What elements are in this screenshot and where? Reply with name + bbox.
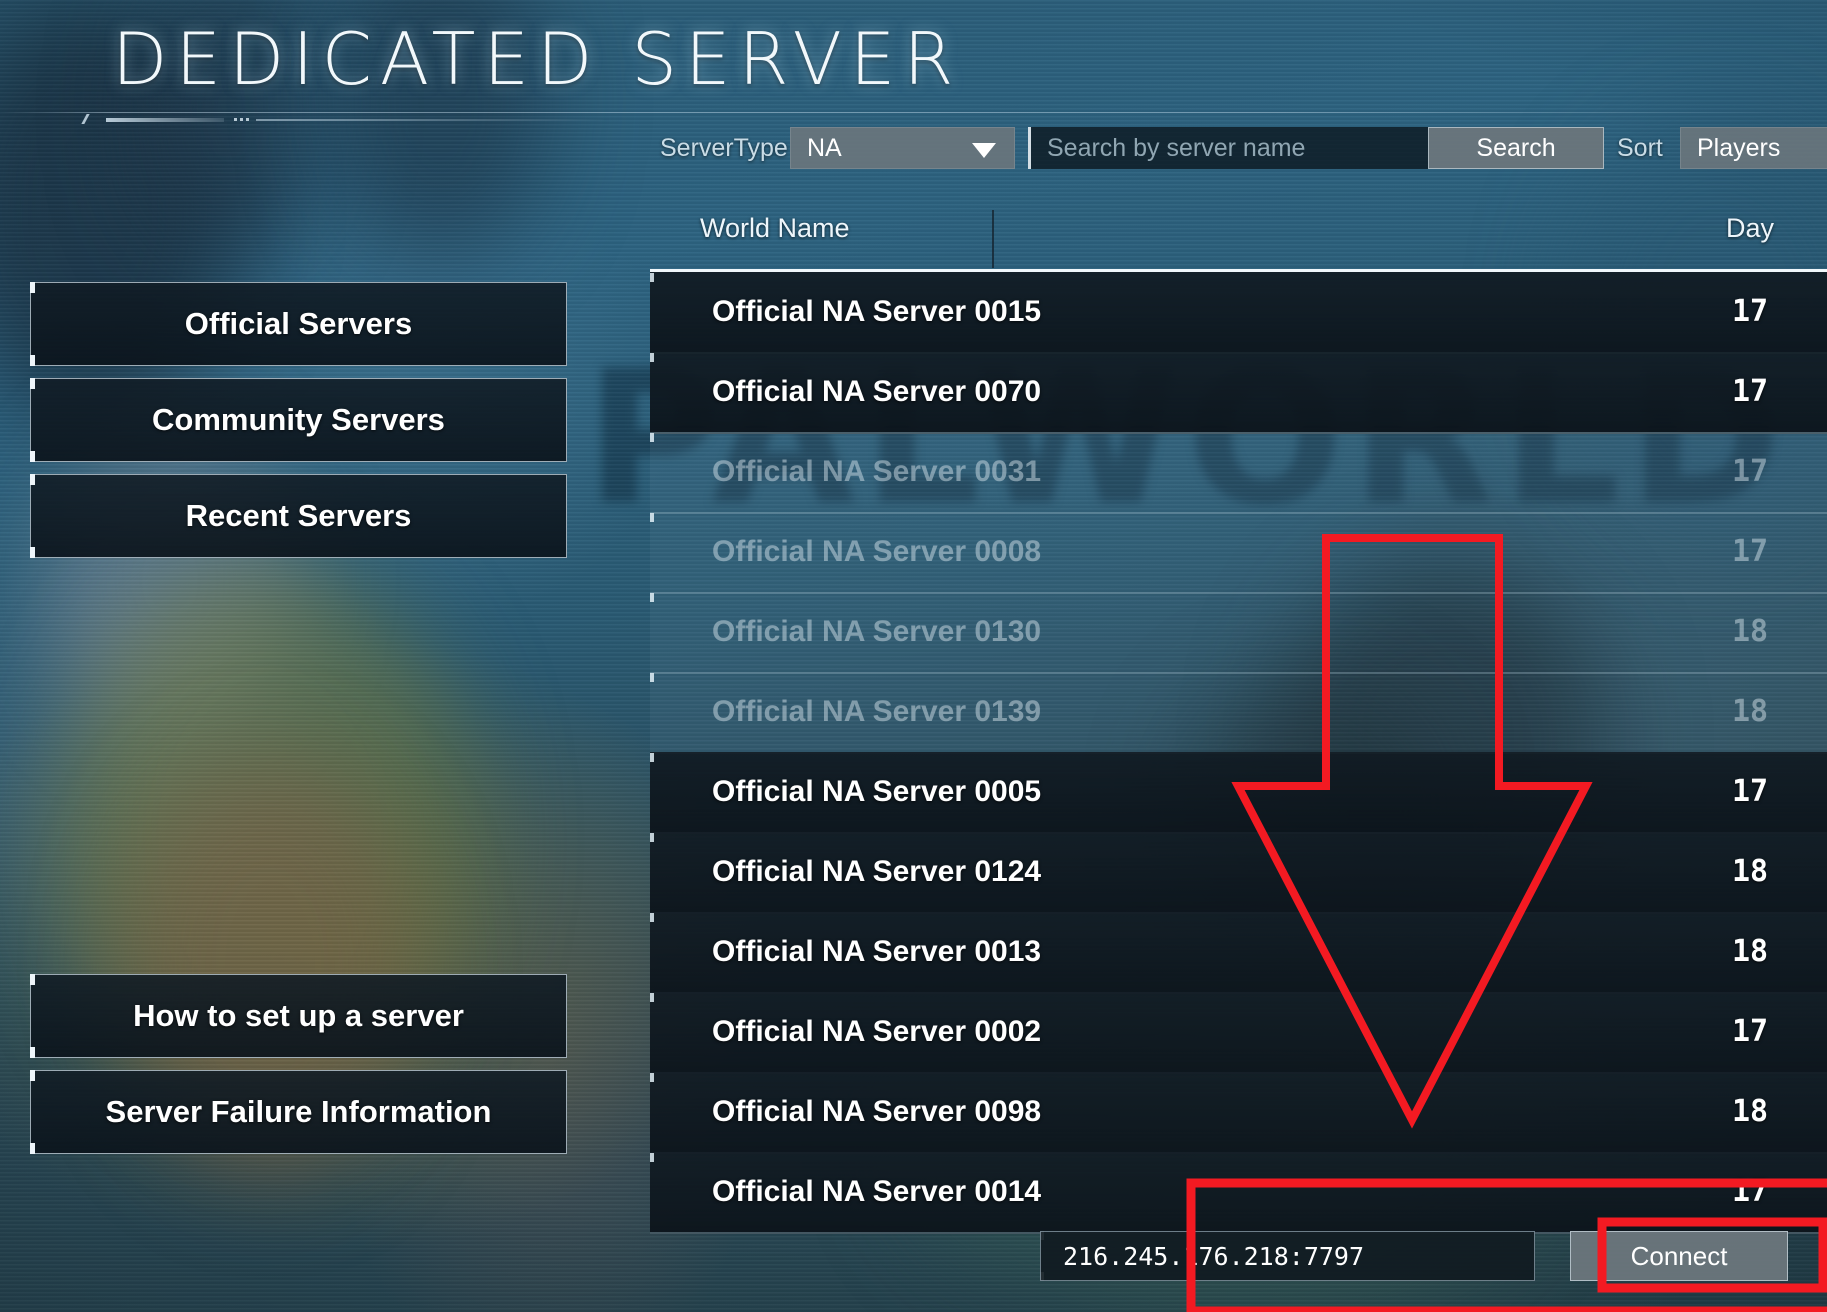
server-row[interactable]: Official NA Server 0015 17 bbox=[650, 272, 1827, 354]
sidebar-item-label: How to set up a server bbox=[133, 998, 464, 1033]
corner-marker bbox=[30, 451, 35, 462]
corner-marker bbox=[30, 282, 35, 293]
sidebar-item-label: Recent Servers bbox=[185, 498, 412, 533]
sidebar-item-community-servers[interactable]: Community Servers bbox=[30, 378, 567, 462]
server-list-header: World Name Day bbox=[650, 200, 1827, 256]
page-title: DEDICATED SERVER bbox=[112, 17, 962, 101]
server-row[interactable]: Official NA Server 0008 17 bbox=[650, 512, 1827, 594]
corner-marker bbox=[650, 353, 654, 362]
sidebar-item-how-to-set-up-a-server[interactable]: How to set up a server bbox=[30, 974, 567, 1058]
corner-marker bbox=[30, 1047, 35, 1058]
server-row[interactable]: Official NA Server 0005 17 bbox=[650, 752, 1827, 834]
corner-marker bbox=[650, 513, 654, 522]
server-row[interactable]: Official NA Server 0130 18 bbox=[650, 592, 1827, 674]
server-row-day: 18 bbox=[1731, 694, 1769, 729]
column-header-world-name[interactable]: World Name bbox=[700, 200, 850, 256]
server-row-name: Official NA Server 0031 bbox=[712, 455, 1042, 488]
title-accent-dots bbox=[234, 118, 250, 121]
server-row-day: 17 bbox=[1731, 534, 1769, 569]
server-row-name: Official NA Server 0130 bbox=[712, 615, 1042, 648]
corner-marker bbox=[650, 753, 654, 762]
server-row[interactable]: Official NA Server 0014 17 bbox=[650, 1152, 1827, 1234]
sort-value: Players bbox=[1697, 134, 1781, 162]
server-row[interactable]: Official NA Server 0031 17 bbox=[650, 432, 1827, 514]
corner-marker bbox=[30, 1070, 35, 1081]
server-row-day: 17 bbox=[1731, 454, 1769, 489]
server-row[interactable]: Official NA Server 0139 18 bbox=[650, 672, 1827, 754]
title-divider bbox=[0, 112, 1827, 113]
corner-marker bbox=[650, 993, 654, 1002]
sidebar-item-label: Official Servers bbox=[184, 306, 413, 341]
server-row[interactable]: Official NA Server 0013 18 bbox=[650, 912, 1827, 994]
servertype-label: ServerType bbox=[660, 134, 788, 162]
server-row[interactable]: Official NA Server 0098 18 bbox=[650, 1072, 1827, 1154]
connect-button[interactable]: Connect bbox=[1570, 1231, 1788, 1281]
server-row-name: Official NA Server 0013 bbox=[712, 935, 1042, 968]
server-row-day: 18 bbox=[1731, 614, 1769, 649]
column-header-day[interactable]: Day bbox=[1685, 200, 1815, 256]
title-accent-decoration bbox=[81, 114, 606, 124]
sidebar-item-label: Community Servers bbox=[152, 402, 445, 437]
server-row-name: Official NA Server 0139 bbox=[712, 695, 1042, 728]
server-row-day: 18 bbox=[1731, 854, 1769, 889]
filter-toolbar: ServerType NA Search Sort Players bbox=[0, 127, 1827, 169]
corner-marker bbox=[650, 833, 654, 842]
sidebar-item-recent-servers[interactable]: Recent Servers bbox=[30, 474, 567, 558]
sidebar-item-official-servers[interactable]: Official Servers bbox=[30, 282, 567, 366]
sidebar-item-label: Server Failure Information bbox=[105, 1094, 492, 1129]
server-row-name: Official NA Server 0124 bbox=[712, 855, 1042, 888]
corner-marker bbox=[30, 547, 35, 558]
corner-marker bbox=[30, 1143, 35, 1154]
server-row-day: 18 bbox=[1731, 934, 1769, 969]
server-row-name: Official NA Server 0008 bbox=[712, 535, 1042, 568]
sidebar-item-server-failure-information[interactable]: Server Failure Information bbox=[30, 1070, 567, 1154]
title-accent-tail bbox=[256, 119, 606, 121]
ip-address-input[interactable] bbox=[1040, 1231, 1535, 1281]
corner-marker bbox=[650, 433, 654, 442]
chevron-down-icon bbox=[972, 143, 996, 158]
server-row-day: 18 bbox=[1731, 1094, 1769, 1129]
connect-bar: Connect bbox=[1040, 1228, 1800, 1284]
server-row-day: 17 bbox=[1731, 1174, 1769, 1209]
server-row[interactable]: Official NA Server 0124 18 bbox=[650, 832, 1827, 914]
server-row-day: 17 bbox=[1731, 294, 1769, 329]
server-row-name: Official NA Server 0002 bbox=[712, 1015, 1042, 1048]
corner-marker bbox=[650, 1073, 654, 1082]
corner-marker bbox=[650, 593, 654, 602]
server-row[interactable]: Official NA Server 0070 17 bbox=[650, 352, 1827, 434]
corner-marker bbox=[650, 913, 654, 922]
corner-marker bbox=[30, 474, 35, 485]
servertype-value: NA bbox=[807, 134, 842, 162]
server-row-day: 17 bbox=[1731, 774, 1769, 809]
server-row-name: Official NA Server 0070 bbox=[712, 375, 1042, 408]
search-input[interactable] bbox=[1028, 127, 1428, 169]
server-row-day: 17 bbox=[1731, 374, 1769, 409]
corner-marker bbox=[650, 673, 654, 682]
server-row-name: Official NA Server 0098 bbox=[712, 1095, 1042, 1128]
server-row[interactable]: Official NA Server 0002 17 bbox=[650, 992, 1827, 1074]
title-accent-bar bbox=[106, 118, 224, 122]
corner-marker bbox=[30, 378, 35, 389]
servertype-dropdown[interactable]: NA bbox=[790, 127, 1015, 169]
corner-marker bbox=[650, 273, 654, 282]
server-row-name: Official NA Server 0015 bbox=[712, 295, 1042, 328]
server-row-name: Official NA Server 0005 bbox=[712, 775, 1042, 808]
server-row-day: 17 bbox=[1731, 1014, 1769, 1049]
sort-label: Sort bbox=[1617, 134, 1663, 162]
column-divider bbox=[992, 210, 994, 268]
corner-marker bbox=[30, 974, 35, 985]
sort-dropdown[interactable]: Players bbox=[1680, 127, 1827, 169]
corner-marker bbox=[30, 355, 35, 366]
search-button[interactable]: Search bbox=[1428, 127, 1604, 169]
corner-marker bbox=[650, 1153, 654, 1162]
server-row-name: Official NA Server 0014 bbox=[712, 1175, 1042, 1208]
